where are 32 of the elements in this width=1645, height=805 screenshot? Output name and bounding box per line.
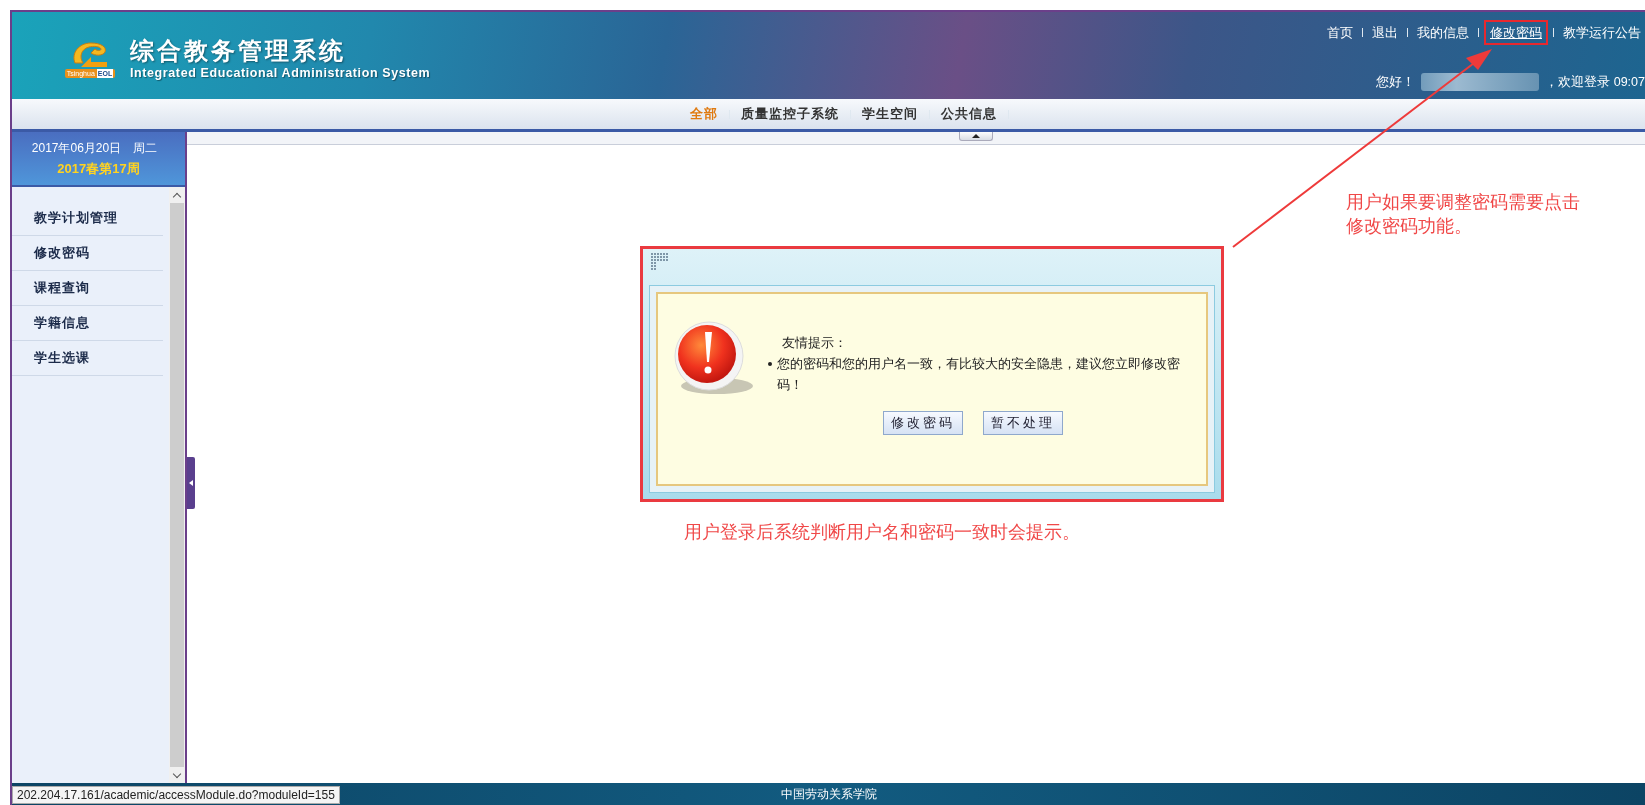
welcome-text: ，欢迎登录 09:07 <box>1545 73 1645 91</box>
nav-tab[interactable]: 学生空间 <box>855 105 924 123</box>
collapse-tab[interactable] <box>959 132 993 141</box>
footer-text: 中国劳动关系学院 <box>780 785 877 803</box>
sidebar-item[interactable]: 学籍信息 <box>12 306 163 341</box>
scroll-thumb[interactable] <box>170 203 184 767</box>
nav-tab[interactable]: 质量监控子系统 <box>734 105 845 123</box>
dialog-button[interactable]: 修改密码 <box>883 411 963 435</box>
nav-tab[interactable]: 公共信息 <box>934 105 1003 123</box>
sidebar-item[interactable]: 学生选课 <box>12 341 163 376</box>
date-text: 2017年06月20日 周二 <box>31 139 159 157</box>
header-link[interactable]: 退出 <box>1368 21 1402 44</box>
annotation-text: 用户如果要调整密码需要点击修改密码功能。 <box>1346 191 1580 238</box>
greeting-text: 您好！ <box>1376 73 1416 91</box>
scrollbar[interactable] <box>169 187 185 783</box>
dialog-button[interactable]: 暂不处理 <box>983 411 1063 435</box>
sidebar-item[interactable]: 课程查询 <box>12 271 163 306</box>
sidebar-item[interactable]: 教学计划管理 <box>12 201 163 236</box>
dialog-heading: 友情提示： <box>782 334 848 352</box>
header-link[interactable]: 我的信息 <box>1413 21 1473 44</box>
grip-icon <box>651 253 669 271</box>
sidebar-item[interactable]: 修改密码 <box>12 236 163 271</box>
status-url: 202.204.17.161/academic/accessModule.do?moduleId=155 <box>12 786 340 804</box>
system-title: 综合教务管理系统 <box>130 35 347 66</box>
week-text: 2017春第17周 <box>57 159 140 178</box>
system-subtitle: Integrated Educational Administration System <box>130 65 431 80</box>
header-link[interactable]: 修改密码 <box>1486 23 1546 42</box>
header-link[interactable]: 教学运行公告 <box>1559 21 1645 44</box>
bullet-icon <box>768 362 772 366</box>
header-link[interactable]: 首页 <box>1323 21 1357 44</box>
dialog-message: 您的密码和您的用户名一致，有比较大的安全隐患，建议您立即修改密码！ <box>777 355 1181 394</box>
annotation-text: 用户登录后系统判断用户名和密码一致时会提示。 <box>684 521 1081 544</box>
